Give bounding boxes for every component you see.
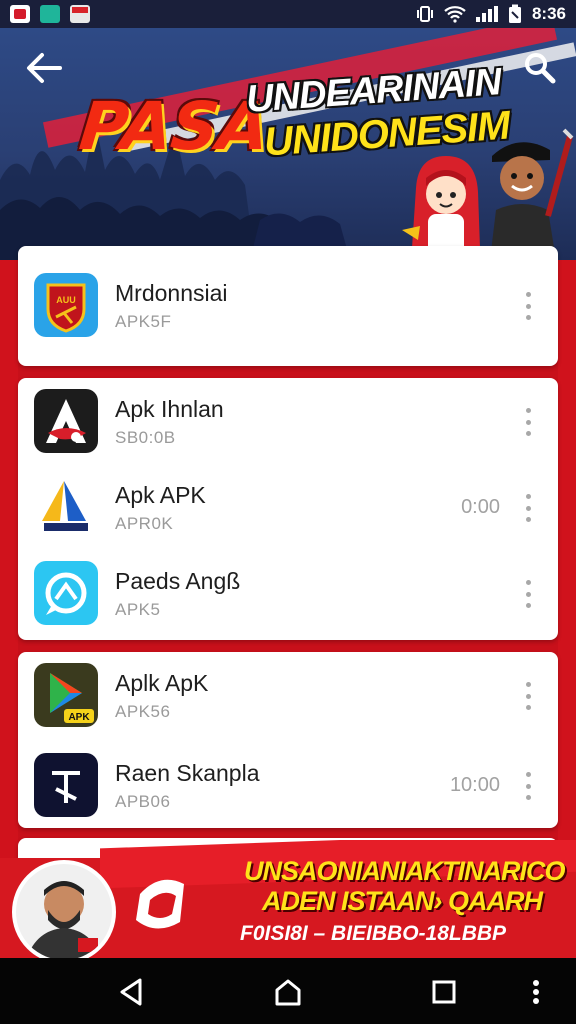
list-item[interactable]: Paeds Angß APK5 (18, 550, 558, 636)
hero-banner: PASA UNDEARINAIN UNIDONESIM (0, 28, 576, 260)
nav-more-icon[interactable] (520, 976, 552, 1008)
more-options-icon[interactable] (524, 408, 532, 436)
more-options-icon[interactable] (524, 292, 532, 320)
app-name: Paeds Angß (115, 568, 241, 594)
list-item[interactable]: APK Aplk ApK APK56 (18, 652, 558, 738)
promo-headline-1: UNSAONIANIAKTINARICO (244, 856, 565, 886)
promo-headline-2: ADEN ISTAAN› QAARH (262, 886, 543, 916)
battery-icon (508, 4, 521, 23)
more-options-icon[interactable] (524, 682, 532, 710)
promo-logo-icon (136, 879, 184, 929)
shield-app-icon: AUU (34, 273, 98, 337)
nav-recents-icon[interactable] (428, 976, 460, 1008)
side-accent-left (0, 260, 18, 860)
search-icon[interactable] (522, 50, 558, 86)
app-name: Mrdonnsiai (115, 280, 228, 306)
app-subtitle: APK5 (115, 600, 161, 619)
mascot-girl-illustration (402, 156, 480, 254)
arrow-left-icon[interactable] (24, 50, 64, 86)
app-name: Aplk ApK (115, 670, 209, 696)
a-logo-app-icon (34, 389, 98, 453)
app-subtitle: APR0K (115, 514, 174, 533)
triangle-app-icon (34, 475, 98, 539)
list-item[interactable]: Apk Ihnlan SB0:0B (18, 378, 558, 464)
avatar (12, 860, 116, 958)
vibrate-icon (416, 6, 433, 22)
app-subtitle: APK5F (115, 312, 172, 331)
app-subtitle: APK56 (115, 702, 171, 721)
promo-tagline: F0ISI8I – BIEIBBO-18LBBP (240, 922, 507, 945)
notification-red-icon (10, 5, 30, 23)
navigation-bar (0, 958, 576, 1024)
wifi-icon (444, 6, 466, 23)
svg-text:APK: APK (68, 712, 90, 723)
play-store-app-icon: APK (34, 663, 98, 727)
more-options-icon[interactable] (524, 580, 532, 608)
list-item[interactable]: Apk APK APR0K 0:00 (18, 464, 558, 550)
app-time: 10:00 (449, 774, 500, 796)
nav-home-icon[interactable] (272, 976, 304, 1008)
status-time: 8:36 (531, 4, 566, 23)
mascot-boy-illustration (490, 128, 574, 260)
app-card-1: AUU Mrdonnsiai APK5F (18, 246, 558, 366)
app-subtitle: SB0:0B (115, 428, 176, 447)
list-item[interactable]: AUU Mrdonnsiai APK5F (18, 262, 558, 348)
side-accent-right (558, 260, 576, 860)
app-subtitle: APB06 (115, 792, 171, 811)
nav-back-icon[interactable] (116, 976, 148, 1008)
app-name: Raen Skanpla (115, 760, 260, 786)
app-name: Apk Ihnlan (115, 396, 224, 422)
promo-banner[interactable]: UNSAONIANIAKTINARICO ADEN ISTAAN› QAARH … (0, 840, 576, 958)
app-card-3: APK Aplk ApK APK56 Raen Skanpla APB06 10… (18, 652, 558, 828)
chat-app-icon (34, 561, 98, 625)
notification-teal-icon (40, 5, 60, 23)
svg-text:AUU: AUU (56, 295, 76, 305)
signal-icon (475, 6, 498, 22)
banner-title-main: PASA (75, 88, 273, 165)
app-card-2: Apk Ihnlan SB0:0B Apk APK APR0K 0:00 Pae… (18, 378, 558, 640)
app-time: 0:00 (461, 496, 500, 518)
dark-app-icon (34, 753, 98, 817)
flag-icon (70, 5, 90, 23)
app-name: Apk APK (115, 482, 206, 508)
more-options-icon[interactable] (524, 494, 532, 522)
more-options-icon[interactable] (524, 772, 532, 800)
status-bar: 8:36 (0, 0, 576, 28)
list-item[interactable]: Raen Skanpla APB06 10:00 (18, 742, 558, 828)
